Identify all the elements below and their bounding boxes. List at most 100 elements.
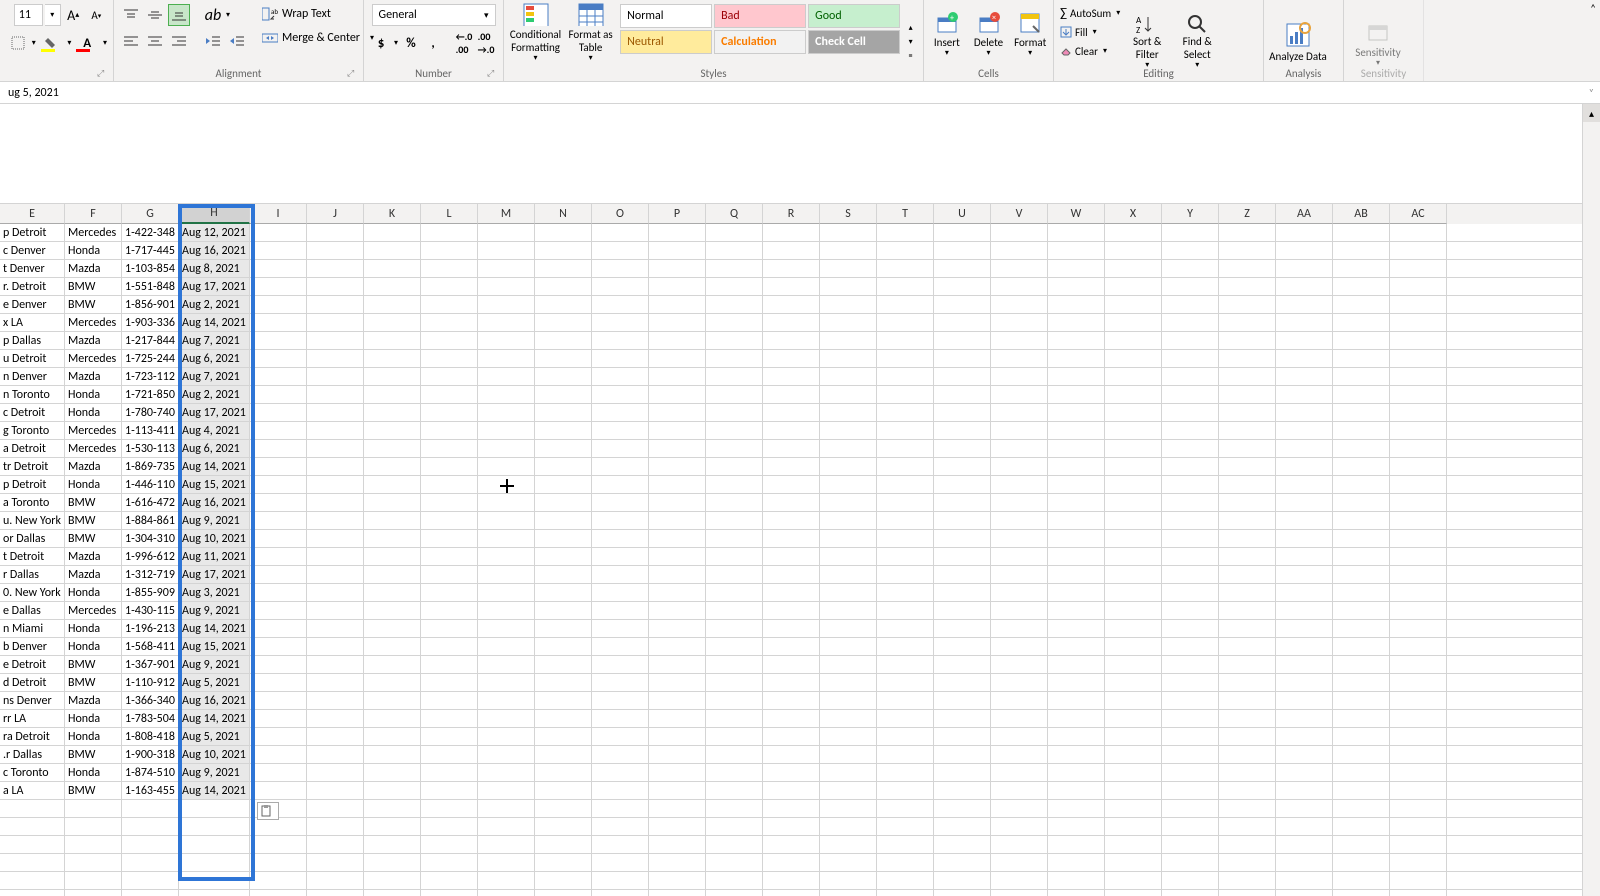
cell[interactable] — [877, 638, 934, 655]
cell[interactable] — [763, 386, 820, 403]
cell[interactable] — [1219, 818, 1276, 835]
cell[interactable] — [179, 854, 250, 871]
cell[interactable] — [1105, 422, 1162, 439]
cell[interactable] — [1276, 566, 1333, 583]
cell[interactable] — [65, 854, 122, 871]
cell[interactable] — [1333, 260, 1390, 277]
cell[interactable] — [991, 692, 1048, 709]
cell[interactable] — [421, 566, 478, 583]
cell[interactable] — [1219, 332, 1276, 349]
cell[interactable] — [1048, 890, 1105, 896]
cell[interactable] — [1048, 458, 1105, 475]
cell[interactable] — [1105, 890, 1162, 896]
cell[interactable]: Aug 14, 2021 — [179, 710, 250, 727]
cell[interactable] — [1162, 890, 1219, 896]
cell[interactable] — [364, 674, 421, 691]
cell[interactable] — [1390, 890, 1447, 896]
cell[interactable] — [649, 278, 706, 295]
cell[interactable] — [421, 494, 478, 511]
cell[interactable] — [649, 350, 706, 367]
cell[interactable] — [478, 620, 535, 637]
gallery-more-button[interactable]: ≡ — [904, 51, 917, 61]
cell[interactable] — [706, 638, 763, 655]
cell[interactable] — [307, 674, 364, 691]
cell[interactable]: Aug 5, 2021 — [179, 674, 250, 691]
cell[interactable]: ra Detroit — [0, 728, 65, 745]
cell[interactable] — [706, 404, 763, 421]
cell[interactable] — [1048, 620, 1105, 637]
cell[interactable]: Aug 9, 2021 — [179, 512, 250, 529]
cell[interactable] — [1390, 224, 1447, 241]
cell[interactable] — [991, 746, 1048, 763]
cell[interactable] — [649, 800, 706, 817]
cell[interactable] — [820, 422, 877, 439]
cell[interactable] — [706, 674, 763, 691]
cell[interactable] — [421, 782, 478, 799]
cell[interactable] — [250, 386, 307, 403]
cell[interactable] — [877, 458, 934, 475]
cell[interactable] — [1390, 242, 1447, 259]
cell[interactable] — [535, 440, 592, 457]
cell[interactable] — [592, 746, 649, 763]
cell[interactable] — [1105, 602, 1162, 619]
cell[interactable] — [179, 800, 250, 817]
cell[interactable] — [877, 620, 934, 637]
cell[interactable] — [592, 314, 649, 331]
cell[interactable] — [478, 350, 535, 367]
cell[interactable] — [1162, 242, 1219, 259]
style-check-cell[interactable]: Check Cell — [808, 30, 900, 54]
cell[interactable] — [763, 422, 820, 439]
cell[interactable] — [535, 854, 592, 871]
cell[interactable] — [820, 728, 877, 745]
cell[interactable] — [820, 458, 877, 475]
cell[interactable] — [535, 314, 592, 331]
cell[interactable] — [307, 512, 364, 529]
cell[interactable]: c Denver — [0, 242, 65, 259]
alignment-dialog-launcher[interactable]: ⤢ — [347, 68, 359, 80]
cell[interactable] — [592, 872, 649, 889]
cell[interactable]: Mazda — [65, 692, 122, 709]
cell[interactable] — [307, 818, 364, 835]
cell[interactable] — [421, 368, 478, 385]
cell[interactable]: Aug 16, 2021 — [179, 692, 250, 709]
cell[interactable] — [1219, 692, 1276, 709]
cell[interactable] — [820, 872, 877, 889]
cell[interactable] — [820, 746, 877, 763]
cell[interactable]: d Detroit — [0, 674, 65, 691]
cell[interactable] — [250, 728, 307, 745]
align-top-button[interactable] — [120, 4, 142, 26]
cell[interactable] — [1048, 530, 1105, 547]
cell[interactable]: Aug 15, 2021 — [179, 476, 250, 493]
cell[interactable]: 1-163-455 — [122, 782, 179, 799]
cell[interactable] — [1162, 512, 1219, 529]
cell[interactable] — [1219, 638, 1276, 655]
cell[interactable] — [535, 566, 592, 583]
cell[interactable] — [1219, 368, 1276, 385]
cell[interactable] — [763, 638, 820, 655]
cell[interactable] — [934, 458, 991, 475]
cell[interactable]: Mazda — [65, 548, 122, 565]
cell[interactable] — [478, 260, 535, 277]
cell[interactable] — [535, 836, 592, 853]
cell[interactable] — [763, 890, 820, 896]
cell[interactable] — [0, 872, 65, 889]
cell[interactable] — [763, 440, 820, 457]
cell[interactable] — [1276, 692, 1333, 709]
cell[interactable] — [1219, 764, 1276, 781]
cell[interactable] — [307, 782, 364, 799]
cell[interactable] — [706, 260, 763, 277]
align-bottom-button[interactable] — [168, 4, 190, 26]
cell[interactable] — [592, 602, 649, 619]
cell[interactable] — [122, 872, 179, 889]
cell[interactable] — [307, 458, 364, 475]
cell[interactable] — [934, 332, 991, 349]
cell[interactable]: a Toronto — [0, 494, 65, 511]
cell[interactable] — [820, 800, 877, 817]
cell[interactable] — [877, 422, 934, 439]
cell[interactable]: r Dallas — [0, 566, 65, 583]
cell[interactable] — [991, 296, 1048, 313]
cell[interactable] — [1105, 404, 1162, 421]
cell[interactable] — [991, 386, 1048, 403]
cell[interactable] — [706, 332, 763, 349]
number-format-dropdown[interactable]: General ▾ — [372, 4, 496, 26]
